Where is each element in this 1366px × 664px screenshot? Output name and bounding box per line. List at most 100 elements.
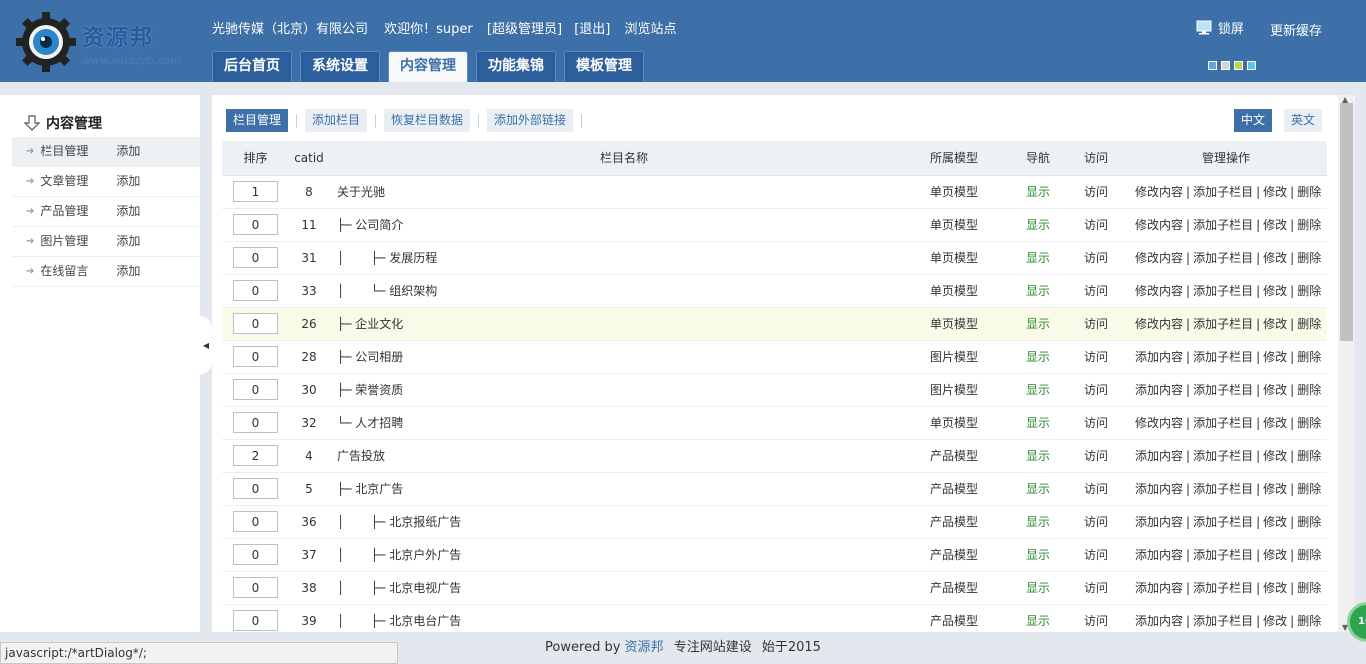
visit-link[interactable]: 访问	[1084, 218, 1108, 232]
operation-link[interactable]: 添加子栏目	[1193, 548, 1253, 562]
operation-link[interactable]: 添加内容	[1135, 350, 1183, 364]
visit-link[interactable]: 访问	[1084, 317, 1108, 331]
skin-swatch-green[interactable]	[1234, 61, 1243, 70]
operation-link[interactable]: 删除	[1297, 251, 1321, 265]
operation-link[interactable]: 删除	[1297, 515, 1321, 529]
nav-show-link[interactable]: 显示	[1026, 218, 1050, 232]
operation-link[interactable]: 修改	[1263, 515, 1287, 529]
order-input[interactable]	[233, 313, 278, 334]
browse-site-link[interactable]: 浏览站点	[625, 22, 677, 37]
operation-link[interactable]: 修改	[1263, 185, 1287, 199]
operation-link[interactable]: 修改	[1263, 218, 1287, 232]
vertical-scrollbar[interactable]: ▲ ▼	[1338, 95, 1355, 632]
skin-swatch-cyan[interactable]	[1247, 61, 1256, 70]
update-cache-button[interactable]: 更新缓存	[1270, 24, 1322, 39]
nav-show-link[interactable]: 显示	[1026, 614, 1050, 628]
nav-show-link[interactable]: 显示	[1026, 416, 1050, 430]
operation-link[interactable]: 修改	[1263, 251, 1287, 265]
operation-link[interactable]: 修改	[1263, 449, 1287, 463]
order-input[interactable]	[233, 247, 278, 268]
sidebar-item-label[interactable]: 栏目管理	[40, 137, 116, 166]
visit-link[interactable]: 访问	[1084, 251, 1108, 265]
operation-link[interactable]: 添加子栏目	[1193, 614, 1253, 628]
tab-features[interactable]: 功能集锦	[476, 51, 556, 82]
order-input[interactable]	[233, 214, 278, 235]
sidebar-item-label[interactable]: 图片管理	[40, 227, 116, 256]
lang-english-button[interactable]: 英文	[1283, 109, 1322, 132]
operation-link[interactable]: 添加内容	[1135, 482, 1183, 496]
order-input[interactable]	[233, 280, 278, 301]
operation-link[interactable]: 添加子栏目	[1193, 218, 1253, 232]
operation-link[interactable]: 删除	[1297, 416, 1321, 430]
tab-home[interactable]: 后台首页	[212, 51, 292, 82]
sidebar-item-add-link[interactable]: 添加	[116, 167, 140, 196]
operation-link[interactable]: 添加子栏目	[1193, 416, 1253, 430]
visit-link[interactable]: 访问	[1084, 581, 1108, 595]
operation-link[interactable]: 添加子栏目	[1193, 482, 1253, 496]
nav-show-link[interactable]: 显示	[1026, 251, 1050, 265]
visit-link[interactable]: 访问	[1084, 515, 1108, 529]
operation-link[interactable]: 修改内容	[1135, 218, 1183, 232]
sidebar-item-label[interactable]: 在线留言	[40, 257, 116, 286]
operation-link[interactable]: 修改	[1263, 383, 1287, 397]
operation-link[interactable]: 添加子栏目	[1193, 251, 1253, 265]
visit-link[interactable]: 访问	[1084, 449, 1108, 463]
tab-template-management[interactable]: 模板管理	[564, 51, 644, 82]
lang-chinese-button[interactable]: 中文	[1233, 109, 1272, 132]
operation-link[interactable]: 添加内容	[1135, 515, 1183, 529]
operation-link[interactable]: 删除	[1297, 581, 1321, 595]
operation-link[interactable]: 修改	[1263, 284, 1287, 298]
operation-link[interactable]: 修改	[1263, 482, 1287, 496]
operation-link[interactable]: 删除	[1297, 317, 1321, 331]
operation-link[interactable]: 删除	[1297, 548, 1321, 562]
scrollbar-thumb[interactable]	[1340, 103, 1353, 341]
operation-link[interactable]: 添加内容	[1135, 449, 1183, 463]
skin-swatch-gray[interactable]	[1221, 61, 1230, 70]
nav-show-link[interactable]: 显示	[1026, 317, 1050, 331]
skin-swatch-blue[interactable]	[1208, 61, 1217, 70]
sidebar-item-label[interactable]: 文章管理	[40, 167, 116, 196]
category-management-button[interactable]: 栏目管理	[226, 109, 289, 132]
nav-show-link[interactable]: 显示	[1026, 185, 1050, 199]
operation-link[interactable]: 修改内容	[1135, 284, 1183, 298]
operation-link[interactable]: 添加内容	[1135, 383, 1183, 397]
operation-link[interactable]: 删除	[1297, 350, 1321, 364]
nav-show-link[interactable]: 显示	[1026, 548, 1050, 562]
order-input[interactable]	[233, 181, 278, 202]
role-link[interactable]: [超级管理员]	[487, 22, 562, 37]
operation-link[interactable]: 修改	[1263, 317, 1287, 331]
visit-link[interactable]: 访问	[1084, 482, 1108, 496]
operation-link[interactable]: 添加子栏目	[1193, 449, 1253, 463]
nav-show-link[interactable]: 显示	[1026, 350, 1050, 364]
operation-link[interactable]: 删除	[1297, 218, 1321, 232]
sidebar-item-add-link[interactable]: 添加	[116, 257, 140, 286]
nav-show-link[interactable]: 显示	[1026, 449, 1050, 463]
operation-link[interactable]: 添加子栏目	[1193, 185, 1253, 199]
visit-link[interactable]: 访问	[1084, 614, 1108, 628]
operation-link[interactable]: 添加子栏目	[1193, 383, 1253, 397]
operation-link[interactable]: 删除	[1297, 449, 1321, 463]
operation-link[interactable]: 删除	[1297, 185, 1321, 199]
operation-link[interactable]: 修改	[1263, 416, 1287, 430]
sidebar-item-label[interactable]: 产品管理	[40, 197, 116, 226]
add-category-button[interactable]: 添加栏目	[305, 109, 368, 132]
operation-link[interactable]: 修改	[1263, 548, 1287, 562]
visit-link[interactable]: 访问	[1084, 416, 1108, 430]
operation-link[interactable]: 添加子栏目	[1193, 350, 1253, 364]
logo[interactable]: 资源邦 www.wuazyb.com	[16, 12, 186, 72]
nav-show-link[interactable]: 显示	[1026, 581, 1050, 595]
operation-link[interactable]: 添加内容	[1135, 614, 1183, 628]
operation-link[interactable]: 添加子栏目	[1193, 284, 1253, 298]
footer-brand-link[interactable]: 资源邦	[625, 640, 664, 655]
operation-link[interactable]: 修改	[1263, 350, 1287, 364]
operation-link[interactable]: 添加子栏目	[1193, 317, 1253, 331]
order-input[interactable]	[233, 610, 278, 631]
sidebar-collapse-toggle[interactable]: ◀	[200, 316, 212, 374]
operation-link[interactable]: 删除	[1297, 383, 1321, 397]
tab-content-management[interactable]: 内容管理	[388, 51, 468, 82]
operation-link[interactable]: 删除	[1297, 614, 1321, 628]
operation-link[interactable]: 删除	[1297, 284, 1321, 298]
operation-link[interactable]: 添加内容	[1135, 581, 1183, 595]
order-input[interactable]	[233, 577, 278, 598]
operation-link[interactable]: 添加子栏目	[1193, 581, 1253, 595]
